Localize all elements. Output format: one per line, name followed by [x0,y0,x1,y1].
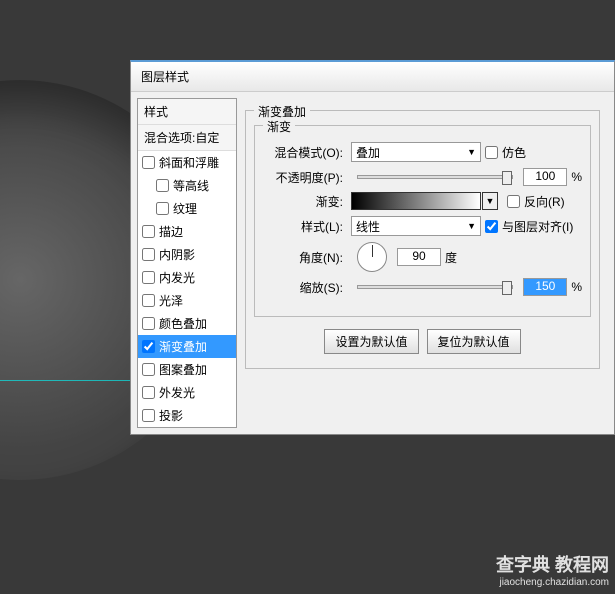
opacity-label: 不透明度(P): [263,169,343,186]
align-checkbox[interactable] [485,220,498,233]
chevron-down-icon: ▼ [467,147,476,157]
style-item-label: 描边 [159,223,183,240]
style-item-label: 光泽 [159,292,183,309]
dialog-title: 图层样式 [141,70,189,84]
blend-mode-label: 混合模式(O): [263,144,343,161]
style-checkbox[interactable] [142,386,155,399]
style-checkbox[interactable] [142,248,155,261]
style-item[interactable]: 内发光 [138,266,236,289]
style-item-label: 外发光 [159,384,195,401]
style-checkbox[interactable] [142,271,155,284]
style-item[interactable]: 描边 [138,220,236,243]
gradient-picker-button[interactable]: ▼ [482,192,498,210]
style-item[interactable]: 图案叠加 [138,358,236,381]
style-item-label: 斜面和浮雕 [159,154,219,171]
scale-slider[interactable] [357,285,513,289]
style-item-label: 图案叠加 [159,361,207,378]
dither-checkbox[interactable] [485,146,498,159]
scale-input[interactable]: 150 [523,278,567,296]
style-checkbox[interactable] [156,202,169,215]
style-item[interactable]: 渐变叠加 [138,335,236,358]
style-checkbox[interactable] [142,409,155,422]
layer-style-dialog: 图层样式 样式 混合选项:自定 斜面和浮雕等高线纹理描边内阴影内发光光泽颜色叠加… [130,60,615,435]
style-item-label: 内阴影 [159,246,195,263]
style-checkbox[interactable] [142,317,155,330]
style-item[interactable]: 投影 [138,404,236,427]
align-label: 与图层对齐(I) [502,218,573,235]
style-item[interactable]: 等高线 [138,174,236,197]
style-item[interactable]: 纹理 [138,197,236,220]
style-item-label: 内发光 [159,269,195,286]
reverse-checkbox[interactable] [507,195,520,208]
style-checkbox[interactable] [142,363,155,376]
styles-header[interactable]: 样式 [138,99,236,125]
style-item-label: 渐变叠加 [159,338,207,355]
style-item-label: 投影 [159,407,183,424]
style-item[interactable]: 颜色叠加 [138,312,236,335]
angle-input[interactable]: 90 [397,248,441,266]
gradient-overlay-group: 渐变叠加 渐变 混合模式(O): 叠加 ▼ 仿色 不透明度(P): [245,110,600,369]
make-default-button[interactable]: 设置为默认值 [324,329,418,354]
dither-label: 仿色 [502,144,526,161]
gradient-swatch[interactable]: ▼ [351,192,481,210]
style-item[interactable]: 斜面和浮雕 [138,151,236,174]
angle-label: 角度(N): [263,249,343,266]
style-item[interactable]: 外发光 [138,381,236,404]
style-item-label: 颜色叠加 [159,315,207,332]
settings-panel: 渐变叠加 渐变 混合模式(O): 叠加 ▼ 仿色 不透明度(P): [237,98,608,428]
dialog-titlebar[interactable]: 图层样式 [131,62,614,92]
blend-mode-combo[interactable]: 叠加 ▼ [351,142,481,162]
angle-dial[interactable] [357,242,387,272]
style-checkbox[interactable] [142,225,155,238]
style-combo[interactable]: 线性 ▼ [351,216,481,236]
gradient-label: 渐变: [263,193,343,210]
style-checkbox[interactable] [142,340,155,353]
watermark: 查字典 教程网 jiaocheng.chazidian.com [496,551,609,588]
chevron-down-icon: ▼ [467,221,476,231]
style-item-label: 等高线 [173,177,209,194]
styles-list: 样式 混合选项:自定 斜面和浮雕等高线纹理描边内阴影内发光光泽颜色叠加渐变叠加图… [137,98,237,428]
scale-label: 缩放(S): [263,279,343,296]
gradient-group: 渐变 混合模式(O): 叠加 ▼ 仿色 不透明度(P): 100 [254,125,591,317]
reset-default-button[interactable]: 复位为默认值 [427,329,521,354]
style-checkbox[interactable] [156,179,169,192]
blend-options[interactable]: 混合选项:自定 [138,125,236,151]
style-item-label: 纹理 [173,200,197,217]
opacity-input[interactable]: 100 [523,168,567,186]
reverse-label: 反向(R) [524,193,565,210]
style-label: 样式(L): [263,218,343,235]
style-checkbox[interactable] [142,156,155,169]
opacity-slider[interactable] [357,175,513,179]
style-item[interactable]: 内阴影 [138,243,236,266]
style-item[interactable]: 光泽 [138,289,236,312]
group-title-inner: 渐变 [263,118,295,135]
degree-label: 度 [445,249,457,266]
style-checkbox[interactable] [142,294,155,307]
